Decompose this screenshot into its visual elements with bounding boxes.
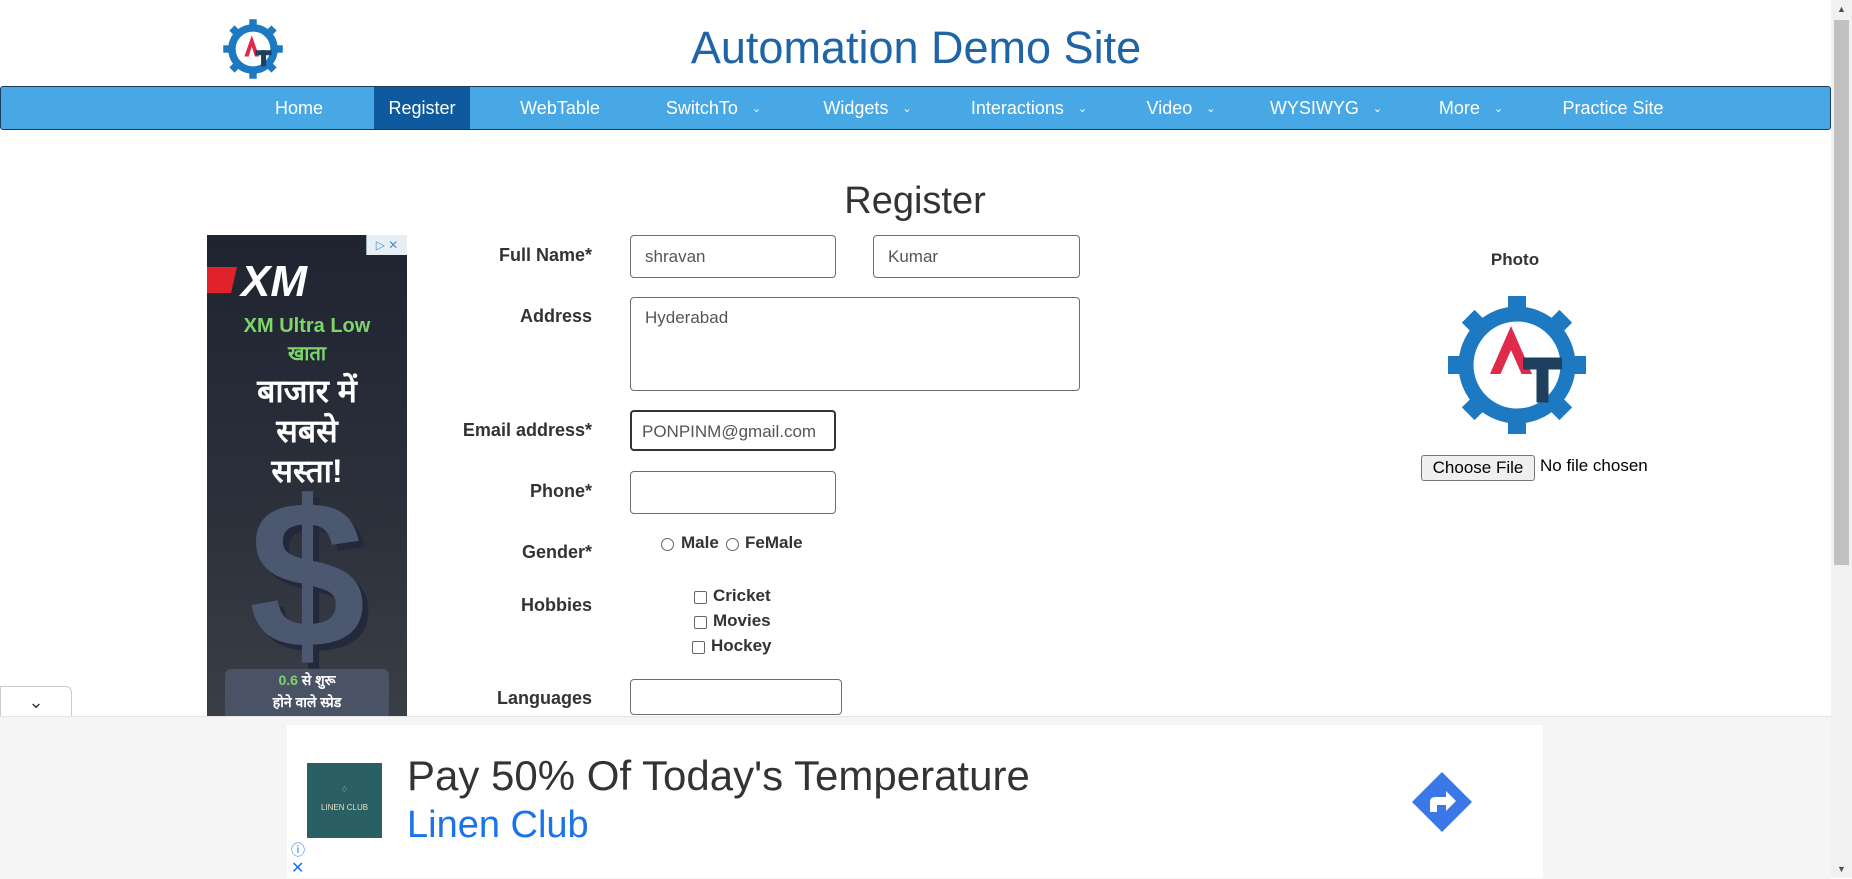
hobby-cricket-label: Cricket [713,586,771,605]
nav-widgets-label: Widgets [823,98,889,118]
nav-webtable[interactable]: WebTable [504,87,616,129]
first-name-value: shravan [645,247,706,266]
hobby-movies-label: Movies [713,611,771,630]
address-textarea[interactable]: Hyderabad [630,297,1080,391]
last-name-input[interactable]: Kumar [873,235,1080,278]
ad-close-icon[interactable]: ✕ [291,858,304,878]
scrollbar-thumb[interactable] [1834,20,1849,565]
site-title: Automation Demo Site [690,22,1142,73]
nav-wysiwyg-label: WYSIWYG [1269,98,1359,118]
languages-multiselect[interactable] [630,679,842,715]
ad-headline[interactable]: Pay 50% Of Today's Temperature [407,752,1030,800]
nav-interactions-label: Interactions [970,98,1064,118]
bottom-advertisement[interactable] [287,725,1543,878]
nav-webtable-label: WebTable [520,98,600,118]
phone-input[interactable] [630,471,836,514]
promo-value: 0.6 [278,672,298,688]
chevron-down-icon: ⌄ [902,103,912,116]
gender-male-label: Male [681,533,719,552]
first-name-input[interactable]: shravan [630,235,836,278]
nav-video-label: Video [1146,98,1193,118]
nav-practice-site-label: Practice Site [1562,98,1664,118]
nav-more[interactable]: More ⌄ [1426,87,1516,129]
photo-label: Photo [1490,250,1540,269]
nav-switchto-label: SwitchTo [665,98,738,118]
scroll-down-icon[interactable]: ▼ [1831,860,1852,878]
gender-male-radio[interactable] [661,538,674,551]
chevron-down-icon: ⌄ [1077,103,1088,116]
nav-more-label: More [1438,98,1480,118]
scroll-up-icon[interactable]: ▲ [1831,0,1852,18]
last-name-value: Kumar [888,247,939,266]
chevron-down-icon: ⌄ [1206,103,1216,116]
address-label: Address [519,306,592,326]
photo-preview-image [1442,290,1592,440]
chevron-down-icon: ⌄ [1493,103,1504,116]
hobbies-label: Hobbies [520,595,592,615]
dollar-icon: $ [248,457,366,692]
phone-label: Phone* [529,481,592,501]
main-navbar: Home Register WebTable SwitchTo ⌄ Widgets… [0,86,1831,130]
page-title: Register [844,180,986,222]
ad-info-icon[interactable]: ⓘ [291,840,305,860]
nav-home-label: Home [274,98,323,118]
site-logo-icon[interactable] [222,17,284,81]
full-name-label: Full Name* [498,245,592,265]
nav-widgets[interactable]: Widgets ⌄ [806,87,929,129]
nav-practice-site[interactable]: Practice Site [1553,87,1673,129]
ad-brand-link[interactable]: Linen Club [407,804,589,847]
xm-logo-icon [207,267,237,293]
languages-label: Languages [496,688,592,708]
hobby-cricket-checkbox[interactable] [694,591,707,604]
ad-line: बाजार में [257,373,357,409]
directions-arrow-icon[interactable] [1410,770,1474,834]
nav-switchto[interactable]: SwitchTo ⌄ [651,87,776,129]
gender-female-radio[interactable] [726,538,739,551]
chevron-down-icon: ⌄ [28,692,44,712]
hobby-hockey-label: Hockey [711,636,772,655]
hobby-movies-checkbox[interactable] [694,616,707,629]
nav-home[interactable]: Home [251,87,347,129]
email-input[interactable]: PONPINM@gmail.com [630,410,836,451]
nav-video[interactable]: Video ⌄ [1131,87,1231,129]
promo-text: होने वाले स्प्रेड [272,694,342,710]
chevron-down-icon: ⌄ [1372,103,1383,116]
email-value: PONPINM@gmail.com [642,422,817,441]
gender-female-label: FeMale [745,533,803,552]
address-value: Hyderabad [645,308,729,327]
chevron-down-icon: ⌄ [751,103,762,116]
nav-interactions[interactable]: Interactions ⌄ [959,87,1099,129]
nav-wysiwyg[interactable]: WYSIWYG ⌄ [1261,87,1391,129]
ad-brand: XM [241,257,307,306]
hobby-hockey-checkbox[interactable] [692,641,705,654]
nav-register[interactable]: Register [374,87,470,129]
collapse-ad-button[interactable]: ⌄ [0,686,72,716]
nav-register-label: Register [388,98,456,118]
file-status-text: No file chosen [1540,456,1648,475]
ad-logo-text: LINEN CLUB [320,803,369,812]
gender-label: Gender* [521,542,592,562]
email-label: Email address* [462,420,592,440]
linen-club-logo[interactable]: ♢ LINEN CLUB [307,763,382,838]
promo-text: से शुरू [297,672,336,688]
ad-line: खाता [287,343,327,365]
choose-file-button[interactable]: Choose File [1421,455,1535,481]
